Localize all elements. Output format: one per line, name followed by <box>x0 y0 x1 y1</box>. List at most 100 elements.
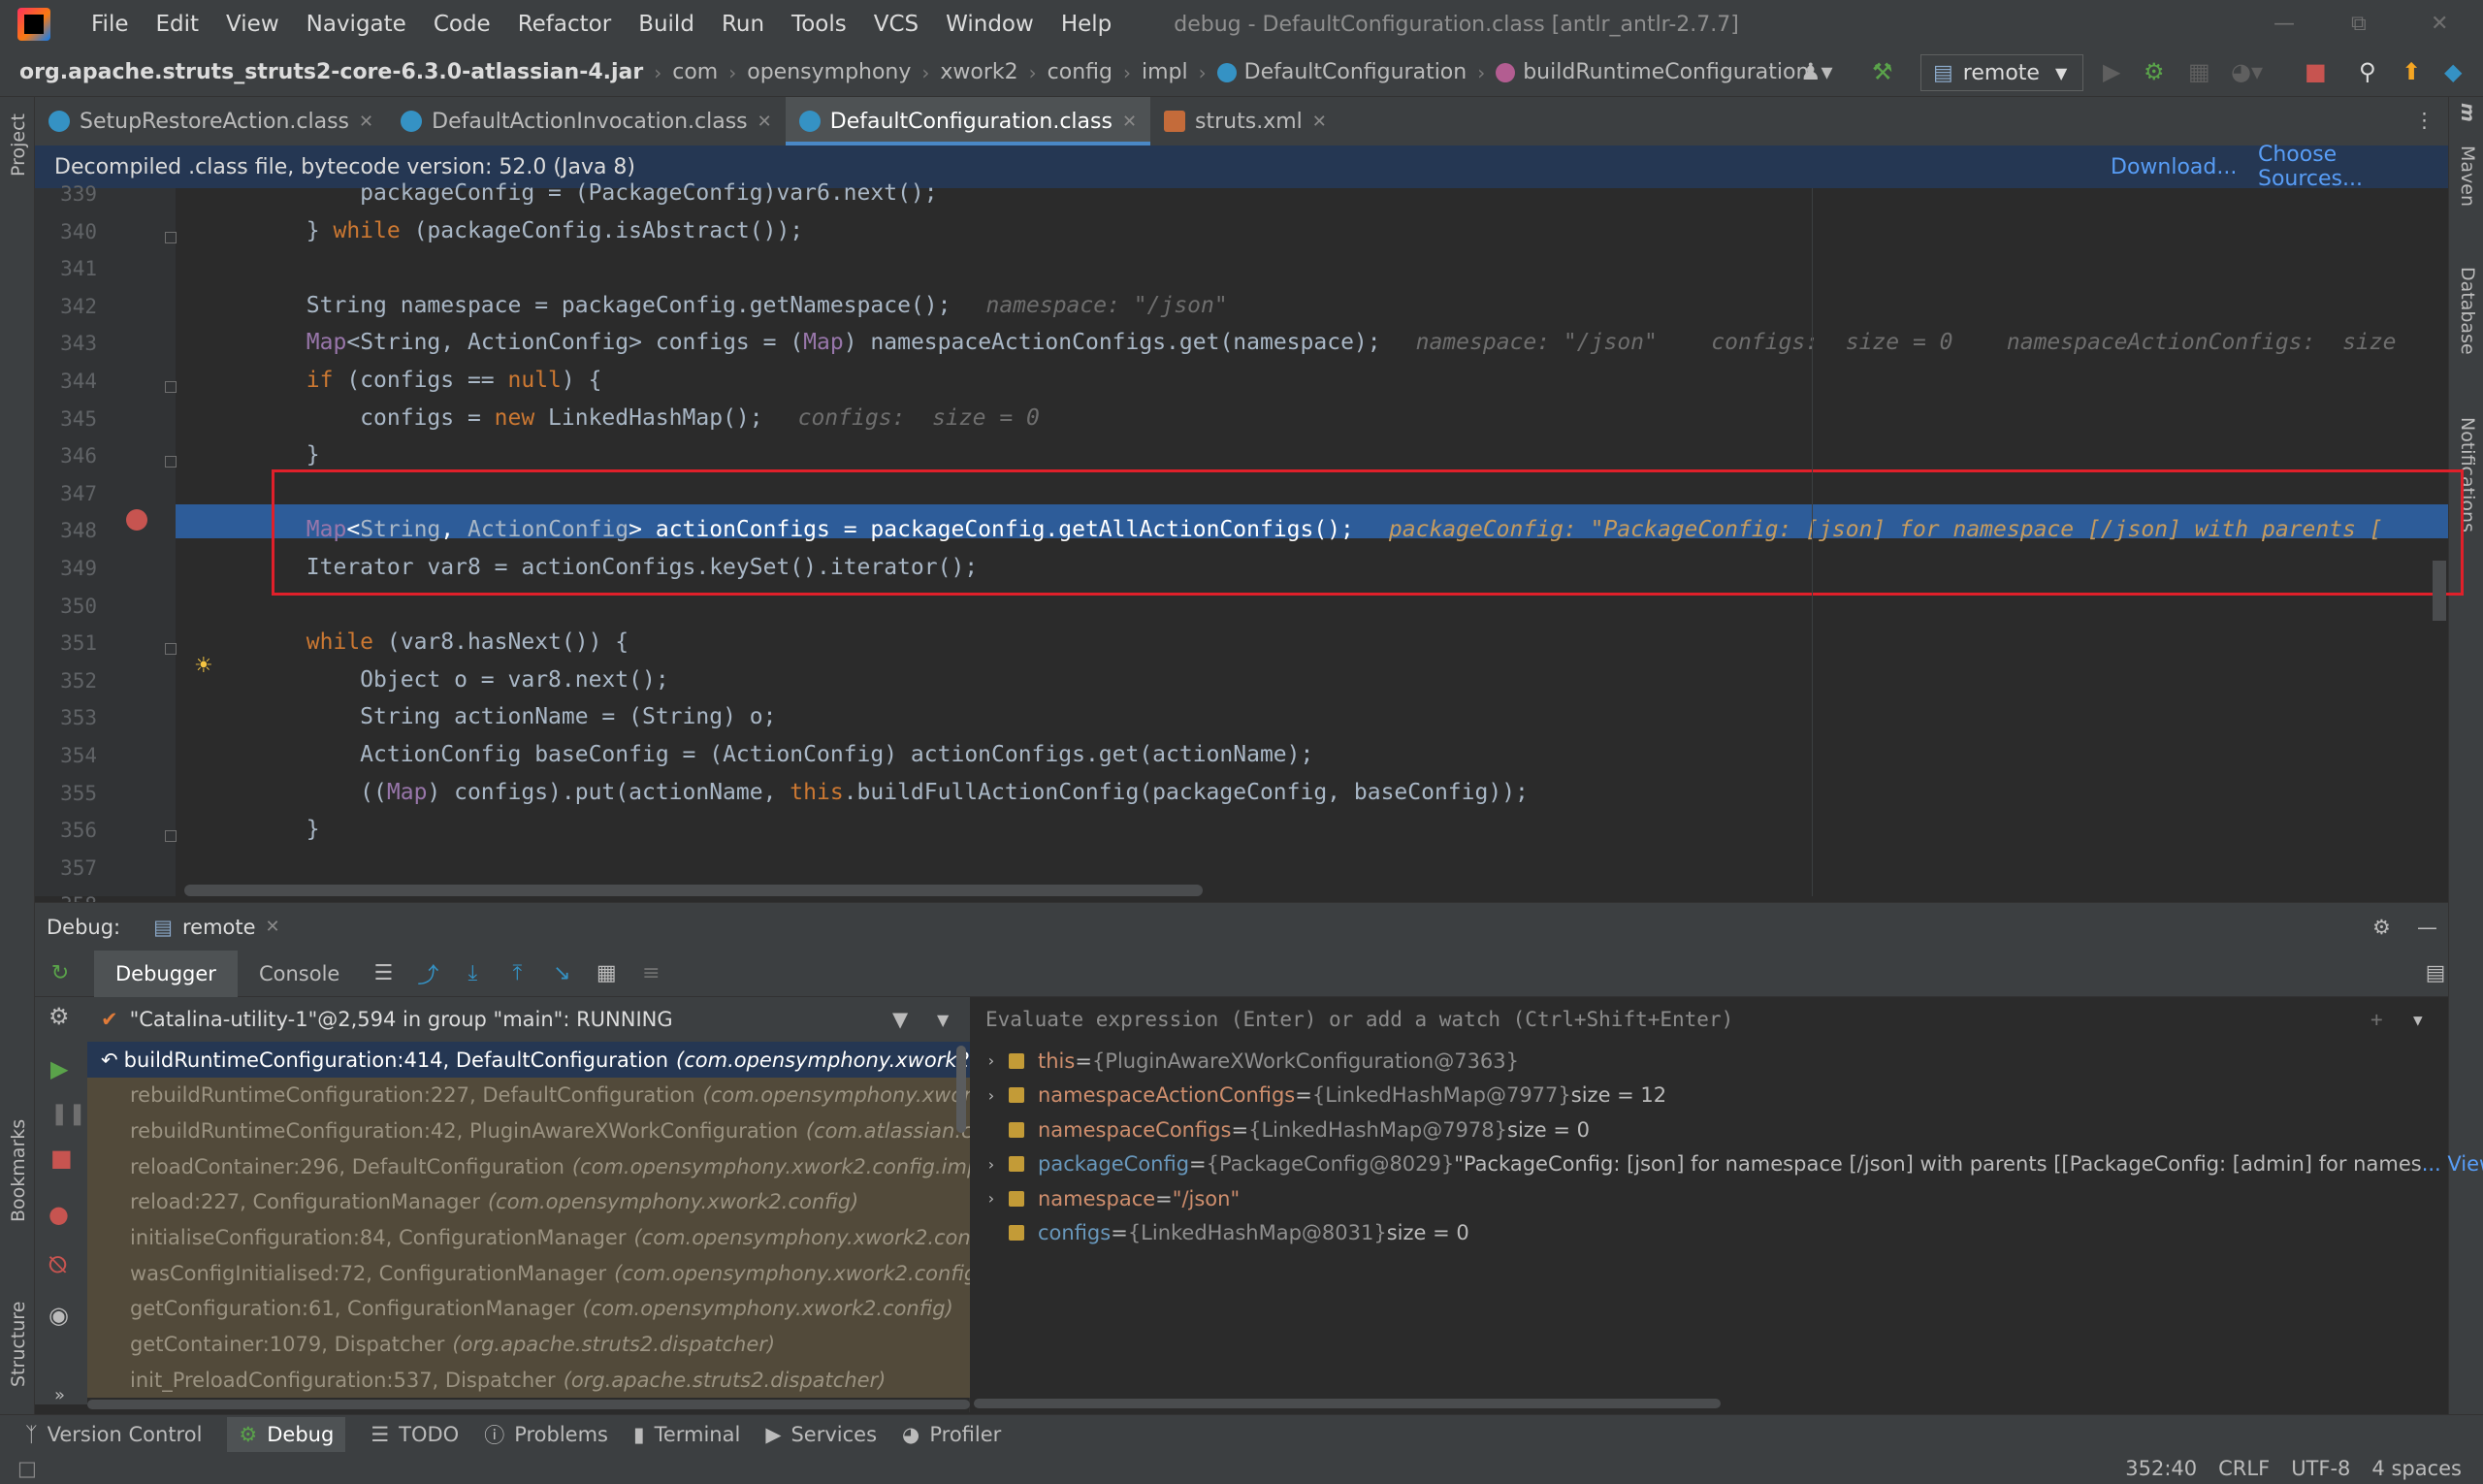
more-vertical-icon[interactable]: ⋮ <box>2414 109 2435 132</box>
run-icon[interactable]: ▶ <box>2103 58 2120 85</box>
code-line[interactable]: } <box>199 442 320 468</box>
chevron-down-icon[interactable]: ▼ <box>937 1011 949 1029</box>
line-number[interactable]: 348 <box>39 519 97 542</box>
minimize-icon[interactable]: — <box>2273 12 2295 36</box>
hide-icon[interactable]: — <box>2417 916 2437 939</box>
frames-vertical-scrollbar[interactable] <box>956 1046 966 1133</box>
code-line[interactable]: ActionConfig baseConfig = (ActionConfig)… <box>199 742 1313 767</box>
menu-navigate[interactable]: Navigate <box>293 12 420 37</box>
layout-icon[interactable]: ▤ <box>2424 961 2447 985</box>
run-config-select[interactable]: ▤ remote ▼ <box>1920 54 2083 91</box>
pause-icon[interactable]: ❚❚ <box>50 1102 86 1126</box>
fold-marker-icon[interactable] <box>165 381 177 393</box>
code-line[interactable]: packageConfig = (PackageConfig)var6.next… <box>199 180 937 206</box>
breadcrumb-opensymphony[interactable]: opensymphony <box>747 60 911 84</box>
tab-struts-xml[interactable]: struts.xml ✕ <box>1150 97 1340 145</box>
resume-icon[interactable]: ▶ <box>50 1055 68 1082</box>
tab-debugger[interactable]: Debugger <box>94 950 238 997</box>
tool-todo[interactable]: ☰ TODO <box>371 1423 459 1446</box>
step-out-icon[interactable]: ⤒ <box>505 961 529 985</box>
menu-help[interactable]: Help <box>1048 12 1125 37</box>
expand-chevron-icon[interactable]: › <box>974 1155 1009 1174</box>
line-number[interactable]: 350 <box>39 595 97 618</box>
evaluate-expression-input[interactable]: Evaluate expression (Enter) or add a wat… <box>974 997 2448 1042</box>
tab-default-action-invocation[interactable]: DefaultActionInvocation.class ✕ <box>387 97 786 145</box>
layout-toggle-icon[interactable]: □ <box>17 1457 37 1480</box>
code-line[interactable]: } <box>199 817 320 842</box>
line-number[interactable]: 339 <box>39 182 97 206</box>
menu-build[interactable]: Build <box>625 12 708 37</box>
line-number[interactable]: 347 <box>39 482 97 505</box>
choose-sources-link[interactable]: Choose Sources... <box>2258 143 2448 191</box>
code-line[interactable]: if (configs == null) { <box>199 368 602 393</box>
update-icon[interactable]: ⬆ <box>2402 58 2421 85</box>
stack-frame[interactable]: getConfiguration:61, ConfigurationManage… <box>87 1290 970 1327</box>
breadcrumb-impl[interactable]: impl <box>1142 60 1188 84</box>
coverage-icon[interactable]: ▦ <box>2188 58 2210 85</box>
more-icon[interactable]: » <box>54 1385 65 1405</box>
menu-vcs[interactable]: VCS <box>860 12 932 37</box>
line-number[interactable]: 356 <box>39 819 97 842</box>
expand-chevron-icon[interactable]: › <box>974 1051 1009 1070</box>
build-hammer-icon[interactable]: ⚒ <box>1872 58 1893 85</box>
tool-version-control[interactable]: ᛉ Version Control <box>25 1423 202 1446</box>
evaluate-icon[interactable]: ▦ <box>595 961 618 985</box>
fold-marker-icon[interactable] <box>165 643 177 656</box>
breadcrumb-class[interactable]: DefaultConfiguration <box>1244 60 1467 84</box>
stop-icon[interactable]: ■ <box>2305 58 2327 85</box>
breadcrumb-method[interactable]: buildRuntimeConfiguration <box>1523 60 1809 84</box>
line-number[interactable]: 355 <box>39 782 97 805</box>
variable-row[interactable]: namespaceConfigs = {LinkedHashMap@7978} … <box>974 1113 1590 1146</box>
caret-position[interactable]: 352:40 <box>2125 1457 2197 1480</box>
line-number[interactable]: 341 <box>39 257 97 280</box>
code-line[interactable]: Map<String, ActionConfig> configs = (Map… <box>199 330 2397 355</box>
line-number[interactable]: 342 <box>39 295 97 318</box>
stack-frame[interactable]: getContainer:1079, Dispatcher (org.apache… <box>87 1326 970 1363</box>
stack-frame[interactable]: wasConfigInitialised:72, ConfigurationMa… <box>87 1255 970 1292</box>
database-tool-button[interactable]: Database <box>2457 267 2478 355</box>
stack-frame[interactable]: rebuildRuntimeConfiguration:227, Default… <box>87 1077 970 1113</box>
trace-icon[interactable]: ≡ <box>639 961 662 985</box>
line-number[interactable]: 346 <box>39 444 97 468</box>
line-number[interactable]: 343 <box>39 332 97 355</box>
variable-row[interactable]: › namespaceActionConfigs = {LinkedHashMap… <box>974 1079 1666 1113</box>
code-line[interactable]: while (var8.hasNext()) { <box>199 629 629 655</box>
bookmarks-tool-button[interactable]: Bookmarks <box>8 1119 29 1222</box>
lightbulb-icon[interactable]: ☀ <box>194 654 213 678</box>
stack-frame[interactable]: reload:227, ConfigurationManager (com.ope… <box>87 1183 970 1220</box>
step-over-icon[interactable]: ⤴ <box>416 962 439 988</box>
breadcrumb-config[interactable]: config <box>1048 60 1113 84</box>
menu-lines-icon[interactable]: ☰ <box>371 961 395 985</box>
rerun-icon[interactable]: ↻ <box>48 961 72 985</box>
line-number[interactable]: 352 <box>39 669 97 693</box>
menu-code[interactable]: Code <box>420 12 504 37</box>
tab-console[interactable]: Console <box>238 951 361 997</box>
download-link[interactable]: Download... <box>2111 155 2237 179</box>
menu-file[interactable]: File <box>78 12 143 37</box>
code-line[interactable]: configs = new LinkedHashMap(); configs: s… <box>199 405 1040 431</box>
stack-frame[interactable]: rebuildRuntimeConfiguration:42, PluginAw… <box>87 1113 970 1149</box>
line-number[interactable]: 351 <box>39 631 97 655</box>
maven-tool-button[interactable]: Maven <box>2457 145 2478 207</box>
fold-marker-icon[interactable] <box>165 231 177 243</box>
line-number[interactable]: 344 <box>39 370 97 393</box>
fold-marker-icon[interactable] <box>165 456 177 468</box>
line-number[interactable]: 354 <box>39 744 97 767</box>
code-with-me-icon[interactable]: ◆ <box>2444 58 2462 85</box>
code-line[interactable]: Object o = var8.next(); <box>199 667 669 693</box>
user-icon[interactable]: ♟▾ <box>1800 58 1833 85</box>
search-icon[interactable]: ⚲ <box>2359 58 2376 85</box>
tool-profiler[interactable]: ◕ Profiler <box>902 1423 1001 1446</box>
menu-window[interactable]: Window <box>932 12 1048 37</box>
variable-row[interactable]: › packageConfig = {PackageConfig@8029} "P… <box>974 1147 2483 1181</box>
breadcrumb-jar[interactable]: org.apache.struts_struts2-core-6.3.0-atl… <box>19 60 643 84</box>
wrench-icon[interactable]: ⚙ <box>48 1003 70 1030</box>
gear-icon[interactable]: ⚙ <box>2372 916 2391 939</box>
close-icon[interactable]: ✕ <box>1312 112 1327 132</box>
menu-edit[interactable]: Edit <box>143 12 213 37</box>
tab-default-configuration[interactable]: DefaultConfiguration.class ✕ <box>785 97 1151 145</box>
variable-row[interactable]: configs = {LinkedHashMap@8031} size = 0 <box>974 1216 1469 1250</box>
variable-row[interactable]: › namespace = "/json" <box>974 1181 1240 1215</box>
debug-bug-icon[interactable]: ⚙ <box>2144 58 2165 85</box>
code-line[interactable]: String actionName = (String) o; <box>199 704 776 729</box>
